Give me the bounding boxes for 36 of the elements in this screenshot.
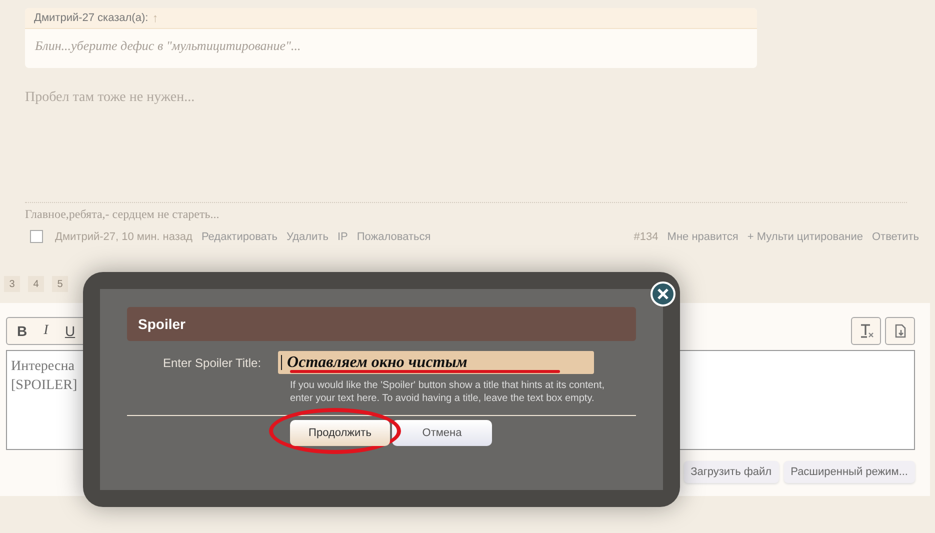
editor-button[interactable]: Загрузить файл [684,461,779,483]
signature-text: Главное,ребята,- сердцем не стареть... [25,207,220,222]
action-link[interactable]: Ответить [872,230,919,242]
source-mode-button[interactable] [885,317,915,345]
select-checkbox[interactable] [30,230,43,243]
page-link[interactable]: 5 [52,276,68,292]
close-icon[interactable] [650,281,676,307]
dialog-button[interactable]: Отмена [392,420,492,446]
post-number[interactable]: #134 [634,230,658,242]
hint-text: If you would like the 'Spoiler' button show a title that hints at its content, enter your text here. To avoid having a title, leave the text box empty. [290,379,606,405]
format-button[interactable]: I [35,318,57,344]
action-link[interactable]: IP [337,230,348,242]
format-button[interactable]: U [59,318,81,344]
dialog-title: Spoiler [127,307,636,341]
message-text: [SPOILER] [11,377,78,395]
spoiler-title-field[interactable]: Оставляем окно чистым [278,351,594,374]
post-author-time[interactable]: Дмитрий-27, 10 мин. назад [55,230,192,242]
quote-text: Блин...уберите дефис в "мультицитирование"... [34,37,302,55]
clear-format-button[interactable] [851,317,881,345]
field-label: Enter Spoiler Title: [163,356,262,370]
action-link[interactable]: Мне нравится [667,230,738,242]
page-link[interactable]: 3 [4,276,20,292]
dialog-button[interactable]: Продолжить [290,420,390,446]
clear-format-icon [858,323,874,339]
post-text: Пробел там тоже не нужен... [25,90,907,203]
editor-button[interactable]: Расширенный режим... [784,461,915,483]
page-link[interactable]: 4 [28,276,44,292]
message-text: Интересна [11,358,74,376]
quote-author: Дмитрий-27 сказал(а): [34,12,148,24]
action-link[interactable]: Пожаловаться [356,230,431,242]
field-value: Оставляем окно чистым [287,354,468,372]
action-link[interactable]: Удалить [286,230,328,242]
format-button[interactable]: B [11,318,33,344]
action-link[interactable]: Редактировать [201,230,278,242]
action-link[interactable]: + Мульти цитирование [747,230,863,242]
jump-link[interactable]: ↑ [152,11,158,25]
